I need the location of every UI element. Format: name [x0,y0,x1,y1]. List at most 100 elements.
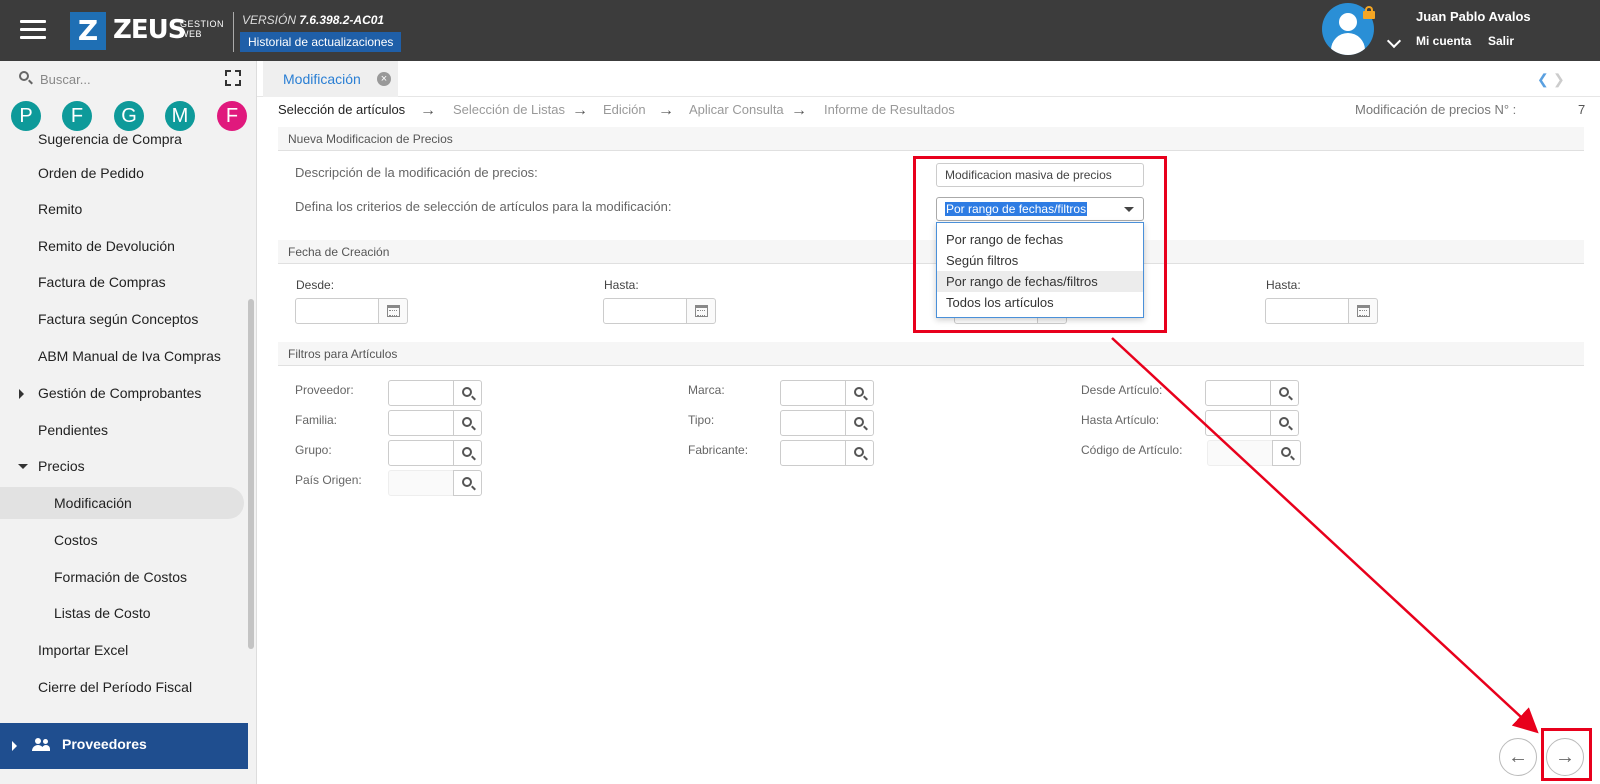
arrow-right-icon: → [658,102,674,119]
criteria-label: Defina los criterios de selección de art… [295,199,672,214]
sidebar: P F G M F Sugerencia de Compra Orden de … [0,61,257,784]
criteria-option-fechas-filtros[interactable]: Por rango de fechas/filtros [937,271,1143,292]
lookup-button[interactable] [845,410,874,436]
search-icon [854,417,864,427]
sidebar-item-remito[interactable]: Remito [0,193,244,225]
calendar-button[interactable] [1348,298,1378,324]
date-from-field[interactable] [295,298,408,324]
logout-link[interactable]: Salir [1488,34,1514,48]
logo-subtitle: GESTION WEB [180,19,224,39]
sidebar-item-pendientes[interactable]: Pendientes [0,414,244,446]
tab-scroll-right-icon[interactable]: ❯ [1553,71,1565,88]
sidebar-item-importar-excel[interactable]: Importar Excel [0,634,244,666]
filter-familia-lookup[interactable] [388,410,482,436]
filter-hasta-articulo-lookup[interactable] [1205,410,1299,436]
calendar-icon [1357,305,1370,317]
lock-icon [1363,6,1375,19]
filter-marca-label: Marca: [688,383,725,397]
sidebar-item-modificacion[interactable]: Modificación [0,487,244,519]
criteria-option-todos[interactable]: Todos los artículos [937,292,1143,313]
calendar-button[interactable] [378,298,408,324]
filter-codigo-articulo-lookup[interactable] [1207,440,1301,466]
search-icon [854,447,864,457]
tab-scroll-left-icon[interactable]: ❮ [1537,71,1549,88]
sidebar-item-remito-devolucion[interactable]: Remito de Devolución [0,230,244,262]
calendar-icon [695,305,708,317]
date-to-field[interactable] [603,298,716,324]
section-article-filters: Filtros para Artículos [278,342,1584,366]
lookup-button[interactable] [453,440,482,466]
sidebar-item-listas-costo[interactable]: Listas de Costo [0,597,244,629]
logo-subtitle-line-2: WEB [180,29,203,39]
sidebar-section-label: Proveedores [62,736,147,752]
update-history-button[interactable]: Historial de actualizaciones [240,32,402,52]
step-seleccion-articulos[interactable]: Selección de artículos [278,102,405,117]
lookup-button[interactable] [453,470,482,496]
sidebar-item-precios[interactable]: Precios [0,450,244,482]
filter-proveedor-lookup[interactable] [388,380,482,406]
zeus-logo-mark: Z [70,12,106,50]
lookup-button[interactable] [1270,410,1299,436]
sidebar-item-formacion-costos[interactable]: Formación de Costos [0,561,244,593]
fullscreen-icon[interactable] [225,70,241,86]
top-bar: Z ZEUS GESTION WEB VERSIÓN 7.6.398.2-AC0… [0,0,1600,61]
filter-pais-origen-label: País Origen: [295,473,362,487]
lookup-button[interactable] [453,410,482,436]
tab-modificacion[interactable]: Modificación × [263,61,398,97]
step-aplicar-consulta[interactable]: Aplicar Consulta [689,102,784,117]
filter-marca-lookup[interactable] [780,380,874,406]
description-input[interactable] [936,163,1144,187]
criteria-option-filtros[interactable]: Según filtros [937,250,1143,271]
search-icon [462,447,472,457]
lookup-button[interactable] [453,380,482,406]
criteria-selected-value: Por rango de fechas/filtros [945,202,1088,216]
my-account-link[interactable]: Mi cuenta [1416,34,1471,48]
lookup-button[interactable] [1270,380,1299,406]
filter-fabricante-label: Fabricante: [688,443,749,457]
search-icon [19,71,29,81]
sidebar-item-abm-iva-compras[interactable]: ABM Manual de Iva Compras [0,340,244,372]
sidebar-scrollbar[interactable] [248,299,254,649]
chevron-down-icon[interactable] [1386,33,1402,49]
search-icon [1279,417,1289,427]
filter-desde-articulo-lookup[interactable] [1205,380,1299,406]
lookup-button[interactable] [1272,440,1301,466]
filter-tipo-lookup[interactable] [780,410,874,436]
criteria-select[interactable]: Por rango de fechas/filtros [936,197,1144,221]
caret-right-icon [19,389,24,399]
date-to-field-2[interactable] [1265,298,1378,324]
arrow-right-icon: → [572,102,588,119]
sidebar-item-gestion-comprobantes[interactable]: Gestión de Comprobantes [0,377,244,409]
people-icon [32,738,50,752]
filter-grupo-label: Grupo: [295,443,332,457]
caret-right-icon [12,741,17,751]
date-from-label: Desde: [296,278,335,292]
sidebar-item-factura-compras[interactable]: Factura de Compras [0,266,244,298]
step-informe-resultados[interactable]: Informe de Resultados [824,102,955,117]
arrow-right-icon: → [420,102,436,119]
search-input[interactable] [40,69,210,89]
sidebar-item-cierre-periodo-fiscal[interactable]: Cierre del Período Fiscal [0,671,244,703]
sidebar-item-sugerencia-compra[interactable]: Sugerencia de Compra [0,123,244,155]
filter-fabricante-lookup[interactable] [780,440,874,466]
hamburger-menu-icon[interactable] [20,20,46,40]
lookup-button[interactable] [845,440,874,466]
sidebar-item-costos[interactable]: Costos [0,524,244,556]
sidebar-item-factura-conceptos[interactable]: Factura según Conceptos [0,303,244,335]
sidebar-item-orden-pedido[interactable]: Orden de Pedido [0,157,244,189]
search-icon [1281,447,1291,457]
criteria-option-fechas[interactable]: Por rango de fechas [937,229,1143,250]
previous-step-button[interactable]: ← [1499,738,1537,776]
sidebar-section-proveedores[interactable]: Proveedores [0,723,248,769]
filter-hasta-articulo-label: Hasta Artículo: [1081,413,1160,427]
description-label: Descripción de la modificación de precio… [295,165,538,180]
filter-grupo-lookup[interactable] [388,440,482,466]
lookup-button[interactable] [845,380,874,406]
close-icon[interactable]: × [377,72,391,86]
section-new-modification: Nueva Modificacion de Precios [278,127,1584,151]
next-step-button[interactable]: → [1546,738,1584,776]
step-edicion[interactable]: Edición [603,102,646,117]
filter-pais-origen-lookup[interactable] [388,470,482,496]
step-seleccion-listas[interactable]: Selección de Listas [453,102,565,117]
calendar-button[interactable] [686,298,716,324]
